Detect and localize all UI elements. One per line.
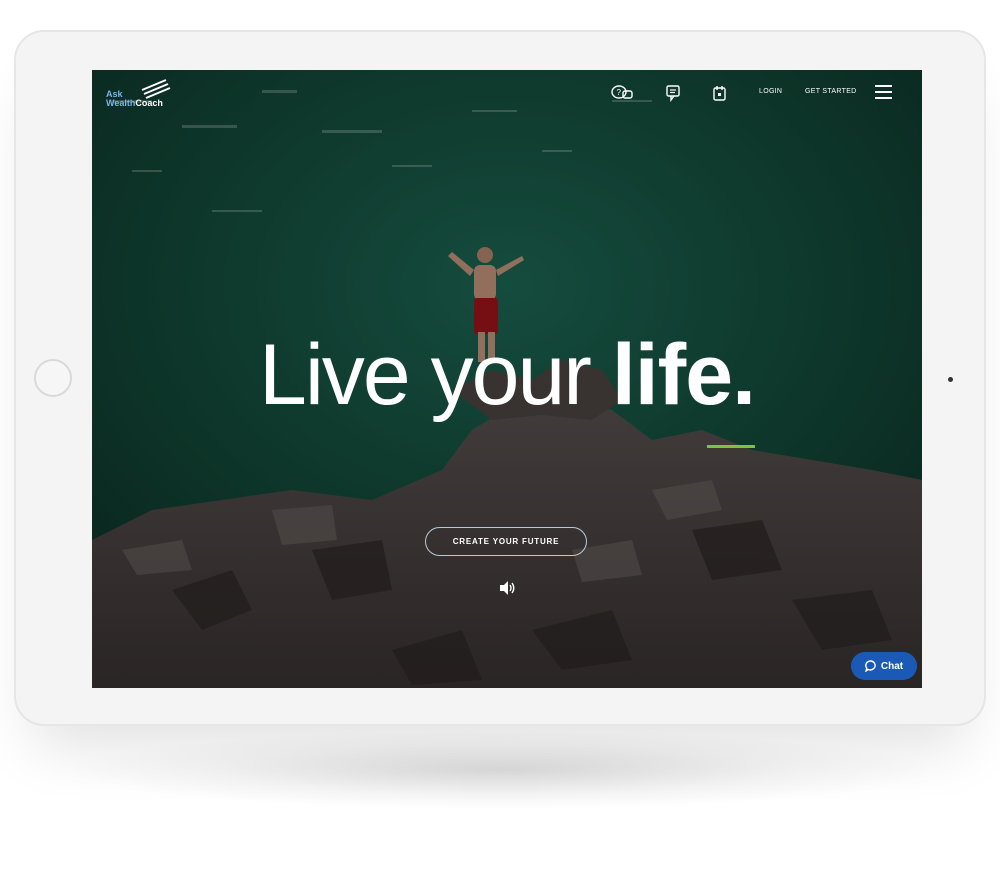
- device-shadow: [60, 730, 940, 810]
- chat-bubble-icon: [864, 660, 876, 672]
- tablet-home-button: [34, 359, 72, 397]
- hero-headline: Live your life.: [92, 332, 922, 418]
- headline-light-text: Live your: [258, 327, 612, 423]
- screen: Ask WealthCoach ? LOGIN GET STARTED Live…: [92, 70, 922, 688]
- headline-bold-text: life.: [611, 327, 756, 423]
- chat-button[interactable]: Chat: [851, 652, 917, 680]
- message-icon[interactable]: [663, 84, 685, 102]
- question-chat-icon[interactable]: ?: [611, 84, 633, 102]
- hamburger-menu-icon[interactable]: [875, 85, 892, 100]
- tablet-camera: [948, 377, 953, 382]
- svg-text:?: ?: [617, 88, 622, 97]
- get-started-link[interactable]: GET STARTED: [805, 88, 857, 95]
- chat-label: Chat: [880, 660, 904, 672]
- headline-accent-underline: [707, 445, 755, 448]
- logo-mark-icon: [141, 79, 171, 99]
- create-your-future-button[interactable]: CREATE YOUR FUTURE: [425, 527, 587, 556]
- logo-text-wealthcoach: WealthCoach: [106, 98, 163, 108]
- login-link[interactable]: LOGIN: [759, 88, 782, 95]
- speaker-icon[interactable]: [498, 580, 516, 596]
- calendar-icon[interactable]: [709, 84, 731, 102]
- ask-wealthcoach-logo[interactable]: Ask WealthCoach: [104, 78, 184, 114]
